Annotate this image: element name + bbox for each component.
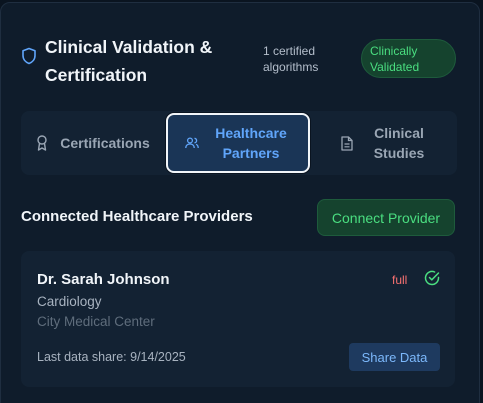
section-title: Connected Healthcare Providers <box>21 208 253 225</box>
document-icon <box>341 135 353 151</box>
last-data-share: Last data share: 9/14/2025 <box>37 350 186 364</box>
panel-header: Clinical Validation & Certification 1 ce… <box>21 33 461 89</box>
tab-label: Clinical Studies <box>373 125 425 161</box>
check-circle-icon <box>424 270 440 286</box>
share-data-button[interactable]: Share Data <box>349 343 440 371</box>
award-icon <box>36 135 48 151</box>
shield-icon <box>21 47 37 65</box>
tab-clinical-studies[interactable]: Clinical Studies <box>313 111 457 175</box>
provider-card: Dr. Sarah Johnson Cardiology City Medica… <box>21 251 455 387</box>
provider-specialty: Cardiology <box>37 294 102 309</box>
users-icon <box>185 137 199 149</box>
access-level-badge: full <box>392 273 408 287</box>
tab-bar: Certifications Healthcare Partners Clini… <box>21 111 457 175</box>
tab-label: Certifications <box>60 135 150 151</box>
status-badge: Clinically Validated <box>361 39 456 78</box>
provider-organization: City Medical Center <box>37 314 155 329</box>
tab-label: Healthcare Partners <box>215 125 287 161</box>
tab-healthcare-partners[interactable]: Healthcare Partners <box>166 113 310 173</box>
provider-name: Dr. Sarah Johnson <box>37 271 170 288</box>
validation-panel: Clinical Validation & Certification 1 ce… <box>0 2 480 403</box>
connect-provider-button[interactable]: Connect Provider <box>317 199 455 236</box>
page-title: Clinical Validation & Certification <box>45 37 213 85</box>
tab-certifications[interactable]: Certifications <box>21 111 165 175</box>
certified-count: 1 certified algorithms <box>263 44 319 74</box>
